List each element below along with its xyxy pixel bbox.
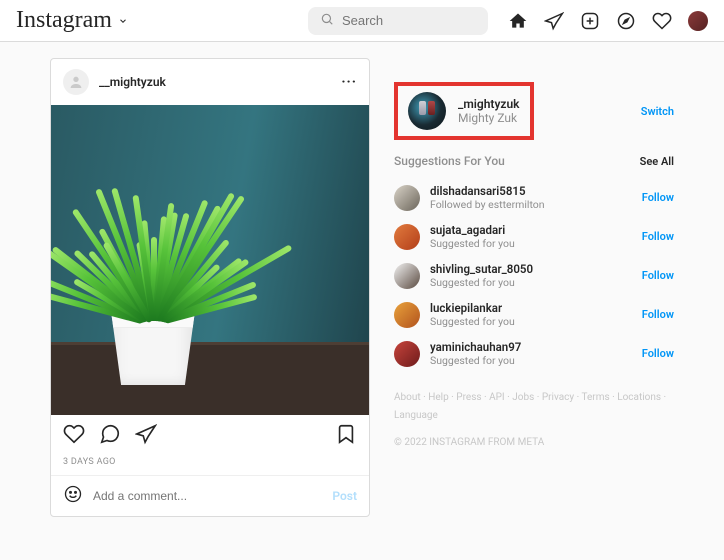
comment-icon[interactable] [99,423,121,449]
suggestion-username[interactable]: sujata_agadari [430,223,515,237]
share-icon[interactable] [135,423,157,449]
save-icon[interactable] [335,423,357,449]
feed-post: __mightyzuk ··· 3 DAYS AGO Post [50,58,370,517]
instagram-logo: Instagram [16,7,112,34]
footer-link[interactable]: API [489,392,505,403]
footer-copyright: © 2022 INSTAGRAM FROM META [394,437,674,448]
footer-link[interactable]: Terms [582,392,610,403]
current-user-displayname: Mighty Zuk [458,111,520,125]
suggestion-avatar[interactable] [394,224,420,250]
messenger-icon[interactable] [544,11,564,31]
comment-input[interactable] [93,489,322,503]
suggestion-avatar[interactable] [394,341,420,367]
suggestion-row: shivling_sutar_8050Suggested for you Foll… [394,256,674,295]
suggestions-heading: Suggestions For You [394,154,505,168]
suggestion-avatar[interactable] [394,263,420,289]
top-navbar: Instagram [0,0,724,42]
post-options-button[interactable]: ··· [341,75,357,89]
post-timestamp: 3 DAYS AGO [51,453,369,475]
see-all-link[interactable]: See All [640,155,674,168]
suggestion-row: yaminichauhan97Suggested for you Follow [394,334,674,373]
suggestion-username[interactable]: yaminichauhan97 [430,340,521,354]
follow-button[interactable]: Follow [642,191,674,204]
suggestion-username[interactable]: shivling_sutar_8050 [430,262,533,276]
suggestion-subtext: Suggested for you [430,315,515,328]
suggestion-username[interactable]: dilshadansari5815 [430,184,545,198]
suggestion-avatar[interactable] [394,302,420,328]
post-comment-button[interactable]: Post [332,489,357,503]
footer-link[interactable]: Locations [617,392,661,403]
search-input[interactable] [342,13,476,28]
footer-link[interactable]: Press [456,392,481,403]
follow-button[interactable]: Follow [642,269,674,282]
activity-icon[interactable] [652,11,672,31]
search-icon [320,11,334,30]
footer-link[interactable]: Privacy [542,392,574,403]
post-image[interactable] [51,105,369,415]
current-user-card[interactable]: _mightyzuk Mighty Zuk [394,82,534,140]
follow-button[interactable]: Follow [642,230,674,243]
suggestion-username[interactable]: luckiepilankar [430,301,515,315]
home-icon[interactable] [508,11,528,31]
sidebar: _mightyzuk Mighty Zuk Switch Suggestions… [394,58,674,448]
suggestion-row: sujata_agadariSuggested for you Follow [394,217,674,256]
suggestions-list: dilshadansari5815Followed by esttermilto… [394,178,674,373]
suggestion-subtext: Suggested for you [430,237,515,250]
suggestion-subtext: Suggested for you [430,354,521,367]
follow-button[interactable]: Follow [642,308,674,321]
like-icon[interactable] [63,423,85,449]
switch-account-button[interactable]: Switch [641,105,674,118]
post-author-username[interactable]: __mightyzuk [99,75,166,89]
footer-link[interactable]: Help [428,392,448,403]
profile-avatar[interactable] [688,11,708,31]
suggestion-avatar[interactable] [394,185,420,211]
explore-icon[interactable] [616,11,636,31]
footer-link[interactable]: About [394,392,421,403]
footer-link[interactable]: Jobs [512,392,534,403]
suggestion-row: dilshadansari5815Followed by esttermilto… [394,178,674,217]
new-post-icon[interactable] [580,11,600,31]
chevron-down-icon [118,16,128,26]
footer-link[interactable]: Language [394,410,438,421]
suggestion-subtext: Followed by esttermilton [430,198,545,211]
current-user-avatar [408,92,446,130]
logo-dropdown[interactable]: Instagram [16,7,128,34]
suggestion-subtext: Suggested for you [430,276,533,289]
search-box[interactable] [308,7,488,35]
post-author-avatar[interactable] [63,69,89,95]
footer-links: About · Help · Press · API · Jobs · Priv… [394,389,674,425]
emoji-icon[interactable] [63,484,83,508]
suggestion-row: luckiepilankarSuggested for you Follow [394,295,674,334]
follow-button[interactable]: Follow [642,347,674,360]
current-user-username: _mightyzuk [458,97,520,111]
